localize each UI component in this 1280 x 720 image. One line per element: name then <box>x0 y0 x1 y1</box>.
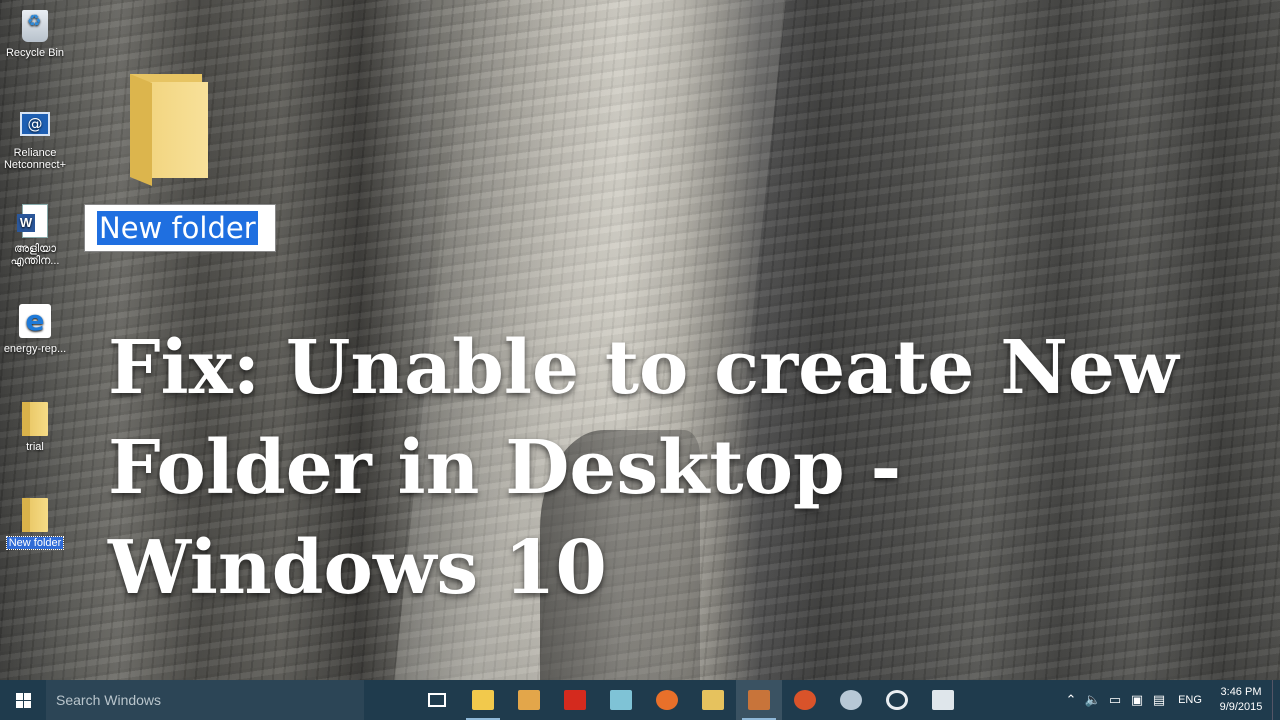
headline-line-2: Folder in Desktop - <box>108 425 902 511</box>
zoomed-folder-icon <box>130 74 208 186</box>
taskbar-media[interactable] <box>782 680 828 720</box>
word-document-icon <box>17 204 52 240</box>
desktop-icon-label: അളിയാ എന്തിന... <box>10 243 60 267</box>
taskbar-folder[interactable] <box>690 680 736 720</box>
taskbar-firefox[interactable] <box>644 680 690 720</box>
headline-line-3: Windows 10 <box>108 525 607 611</box>
system-tray: ⌃ 🔈 ▭ ▣ ▤ ENG 3:46 PM 9/9/2015 <box>1060 680 1280 720</box>
desktop-icon-label: New folder <box>5 536 65 550</box>
recycle-bin-icon <box>18 8 52 44</box>
desktop-icon-label: energy-rep... <box>3 343 67 355</box>
desktop-icon-energy-report[interactable]: e energy-rep... <box>2 304 68 355</box>
firefox-icon <box>656 690 678 710</box>
taskbar-disc[interactable] <box>874 680 920 720</box>
show-desktop-button[interactable] <box>1272 680 1280 720</box>
clock-time: 3:46 PM <box>1220 686 1262 698</box>
network-icon[interactable]: ▣ <box>1126 693 1148 708</box>
desktop-icon-recycle-bin[interactable]: Recycle Bin <box>2 8 68 59</box>
rename-field[interactable]: New folder <box>84 204 276 252</box>
battery-icon[interactable]: ▭ <box>1104 693 1126 708</box>
toolbox-icon <box>748 690 770 710</box>
video-title-overlay: Fix: Unable to create New Folder in Desk… <box>108 318 1268 618</box>
taskbar-task-view[interactable] <box>414 680 460 720</box>
taskbar-notes[interactable] <box>598 680 644 720</box>
chevron-up-icon[interactable]: ⌃ <box>1060 693 1082 708</box>
taskbar-app-list <box>414 680 966 720</box>
taskbar-file-explorer[interactable] <box>460 680 506 720</box>
rename-field-selected-text: New folder <box>97 211 258 245</box>
acrobat-icon <box>564 690 586 710</box>
taskbar-search-box[interactable]: Search Windows <box>46 680 364 720</box>
taskbar-acrobat[interactable] <box>552 680 598 720</box>
paint-icon <box>840 690 862 710</box>
volume-icon[interactable]: 🔈 <box>1082 693 1104 708</box>
word-icon <box>518 690 540 710</box>
task-view-icon <box>428 693 446 707</box>
windows-logo-icon <box>15 692 31 708</box>
desktop-icon-label: Recycle Bin <box>5 47 65 59</box>
folder-icon <box>18 498 52 534</box>
taskbar: Search Windows ⌃ 🔈 ▭ ▣ ▤ ENG 3:46 PM 9/9… <box>0 680 1280 720</box>
action-center-icon[interactable]: ▤ <box>1148 693 1170 708</box>
taskbar-word[interactable] <box>506 680 552 720</box>
folder-icon <box>18 402 52 438</box>
desktop-icon-label: trial <box>26 441 44 453</box>
taskbar-movie[interactable] <box>920 680 966 720</box>
clock[interactable]: 3:46 PM 9/9/2015 <box>1210 685 1272 715</box>
desktop-icon-label: Reliance Netconnect+ <box>3 147 67 171</box>
notepad-icon <box>610 690 632 710</box>
file-explorer-icon <box>472 690 494 710</box>
taskbar-paint[interactable] <box>828 680 874 720</box>
ape-icon <box>794 690 816 710</box>
desktop-icon-word-document[interactable]: അളിയാ എന്തിന... <box>2 204 68 267</box>
disc-burner-icon <box>886 690 908 710</box>
language-indicator[interactable]: ENG <box>1170 694 1210 706</box>
taskbar-toolbox[interactable] <box>736 680 782 720</box>
movie-maker-icon <box>932 690 954 710</box>
headline-line-1: Fix: Unable to create New <box>108 325 1179 411</box>
desktop-icon-new-folder[interactable]: New folder <box>2 498 68 550</box>
search-placeholder: Search Windows <box>56 692 162 708</box>
desktop-icon-trial[interactable]: trial <box>2 402 68 453</box>
clock-date: 9/9/2015 <box>1219 701 1263 713</box>
edge-browser-icon: e <box>18 304 52 340</box>
start-button[interactable] <box>0 680 46 720</box>
desktop-icon-reliance-netconnect[interactable]: @ Reliance Netconnect+ <box>2 108 68 171</box>
folder-icon <box>702 690 724 710</box>
network-connect-icon: @ <box>18 108 52 144</box>
